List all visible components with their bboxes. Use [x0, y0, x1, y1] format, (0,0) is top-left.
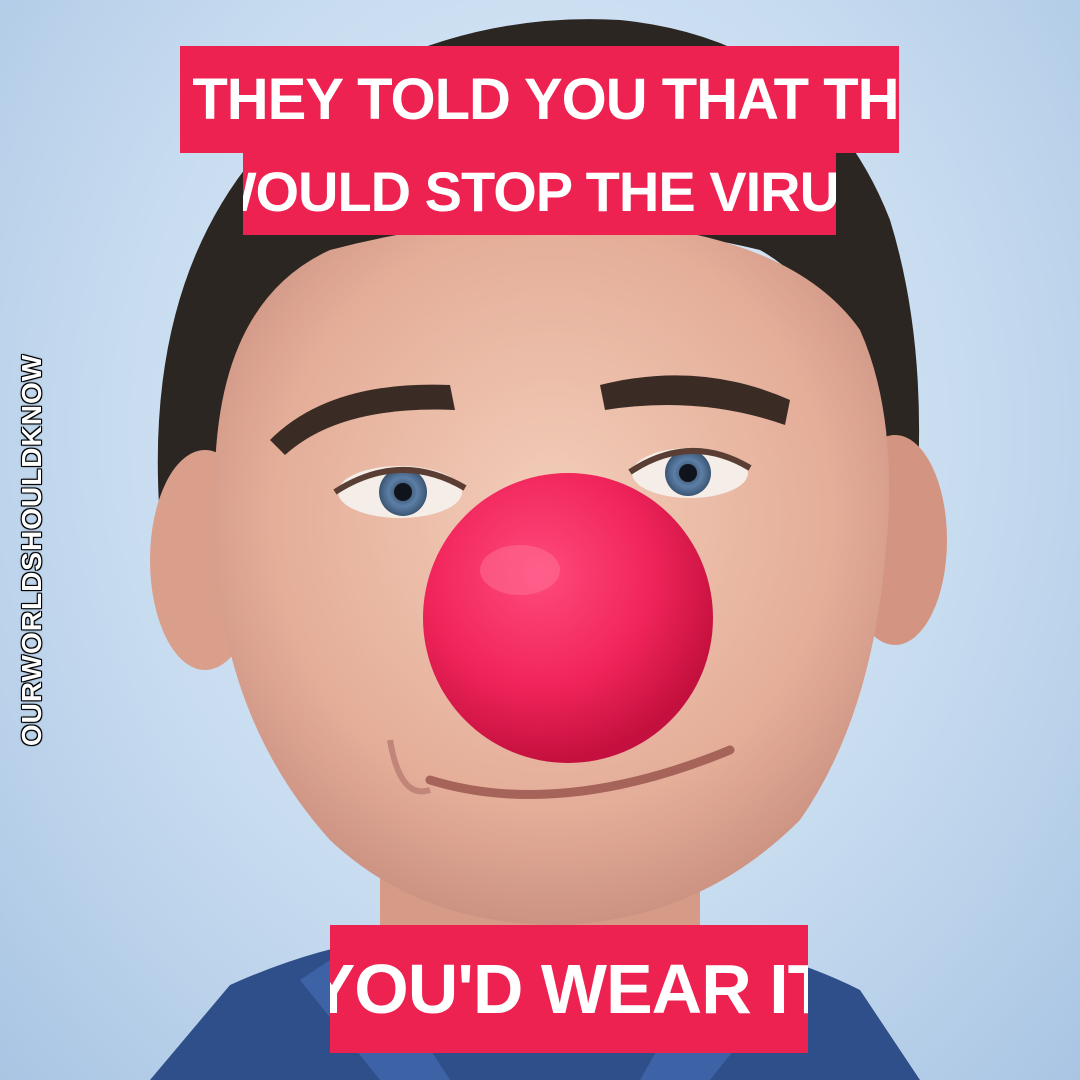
- watermark: OURWORLDSHOULDKNOW: [16, 353, 47, 747]
- right-pupil: [679, 464, 697, 482]
- clown-nose-highlight: [480, 545, 560, 595]
- meme-image: IF THEY TOLD YOU THAT THIS WOULD STOP TH…: [0, 0, 1080, 1080]
- caption-bottom: YOU'D WEAR IT: [330, 925, 808, 1053]
- caption-top-line-1: IF THEY TOLD YOU THAT THIS: [180, 46, 899, 153]
- caption-top-line-2: WOULD STOP THE VIRUS: [243, 147, 836, 235]
- left-pupil: [394, 483, 412, 501]
- clown-nose: [423, 473, 713, 763]
